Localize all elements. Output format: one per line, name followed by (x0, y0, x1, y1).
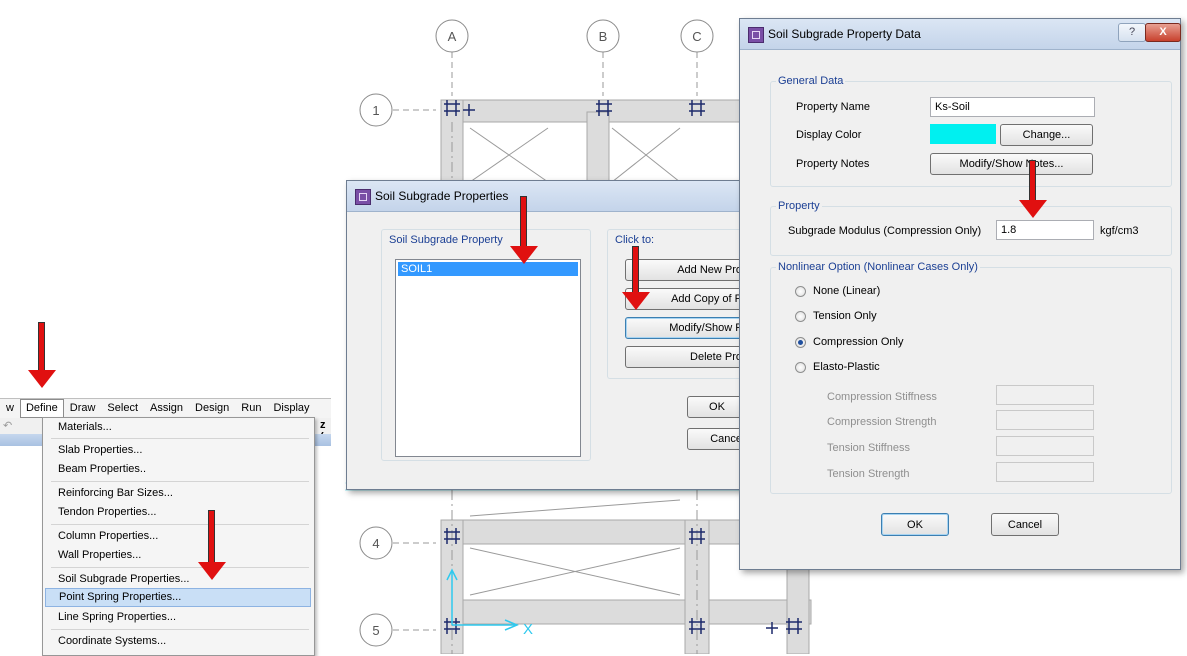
menu-item-tendon-properties[interactable]: Tendon Properties... (45, 503, 311, 522)
ok-button[interactable]: OK (687, 396, 747, 418)
option-elasto-plastic-label: Elasto-Plastic (813, 361, 880, 373)
menu-item-reinforcing-bar-sizes[interactable]: Reinforcing Bar Sizes... (45, 484, 311, 503)
grid-bubble-a: A (448, 29, 457, 44)
grid-bubble-b: B (599, 29, 608, 44)
cancel-button[interactable]: Cance (687, 428, 747, 450)
menu-define[interactable]: Define (19, 399, 64, 418)
soil-subgrade-properties-dialog: Soil Subgrade Properties Soil Subgrade P… (346, 180, 748, 490)
menu-view[interactable]: w (0, 400, 20, 417)
menu-select[interactable]: Select (101, 400, 144, 417)
menu-bar: w Define Draw Select Assign Design Run D… (0, 398, 331, 418)
compression-strength-input[interactable] (996, 410, 1094, 430)
radio-compression-only[interactable] (795, 337, 806, 348)
property-name-label: Property Name (796, 101, 870, 113)
subgrade-modulus-unit: kgf/cm3 (1100, 225, 1139, 237)
grid-bubble-c: C (692, 29, 701, 44)
property-listbox[interactable]: SOIL1 (395, 259, 581, 457)
nonlinear-option-title: Nonlinear Option (Nonlinear Cases Only) (776, 261, 980, 273)
annotation-arrow-define (28, 322, 56, 390)
list-item-soil1[interactable]: SOIL1 (398, 262, 578, 276)
dialog-title-bar: Soil Subgrade Property Data ? X (740, 19, 1181, 50)
tension-stiffness-label: Tension Stiffness (827, 442, 910, 454)
define-dropdown-menu: Materials... Slab Properties... Beam Pro… (42, 417, 315, 656)
compression-stiffness-input[interactable] (996, 385, 1094, 405)
annotation-arrow-soil-menu (198, 510, 226, 582)
dialog-title: Soil Subgrade Property Data (768, 27, 921, 41)
annotation-arrow-soil-list (510, 196, 538, 266)
general-data-title: General Data (776, 75, 846, 87)
menu-item-slab-properties[interactable]: Slab Properties... (45, 441, 311, 460)
cancel-button[interactable]: Cancel (991, 513, 1059, 536)
display-color-label: Display Color (796, 129, 862, 141)
menu-design[interactable]: Design (189, 400, 235, 417)
tension-strength-input[interactable] (996, 462, 1094, 482)
menu-item-soil-subgrade-properties[interactable]: Soil Subgrade Properties... (45, 570, 311, 589)
property-name-input[interactable] (930, 97, 1095, 117)
property-list-label: Soil Subgrade Property (387, 234, 505, 246)
toolbar-icon[interactable]: ↶ (3, 419, 12, 432)
menu-item-point-spring-properties[interactable]: Point Spring Properties... (45, 588, 311, 607)
compression-stiffness-label: Compression Stiffness (827, 391, 937, 403)
close-button[interactable]: X (1145, 23, 1181, 42)
subgrade-modulus-input[interactable] (996, 220, 1094, 240)
menu-item-line-spring-properties[interactable]: Line Spring Properties... (45, 608, 311, 627)
soil-subgrade-property-data-dialog: Soil Subgrade Property Data ? X General … (739, 18, 1181, 570)
menu-item-materials[interactable]: Materials... (45, 418, 311, 437)
menu-display[interactable]: Display (267, 400, 315, 417)
menu-assign[interactable]: Assign (144, 400, 189, 417)
click-to-label: Click to: (613, 234, 657, 246)
ok-button[interactable]: OK (881, 513, 949, 536)
menu-item-column-properties[interactable]: Column Properties... (45, 527, 311, 546)
modify-show-property-button[interactable]: Modify/Show F (625, 317, 747, 339)
display-color-swatch[interactable] (930, 124, 996, 144)
axis-x-label: X (523, 621, 533, 638)
option-none-linear-label: None (Linear) (813, 285, 881, 297)
radio-none-linear[interactable] (795, 286, 806, 297)
grid-bubble-5: 5 (372, 623, 379, 638)
compression-strength-label: Compression Strength (827, 416, 937, 428)
radio-tension-only[interactable] (795, 311, 806, 322)
grid-bubble-4: 4 (372, 536, 379, 551)
help-button[interactable]: ? (1118, 23, 1146, 42)
property-group-title: Property (776, 200, 822, 212)
option-compression-only-label: Compression Only (813, 336, 904, 348)
nonlinear-option-group (770, 267, 1172, 494)
grid-bubble-1: 1 (372, 103, 379, 118)
tension-strength-label: Tension Strength (827, 468, 910, 480)
annotation-arrow-modify-button (622, 246, 650, 312)
dialog-title: Soil Subgrade Properties (375, 189, 509, 203)
dialog-title-bar: Soil Subgrade Properties (347, 181, 747, 212)
tension-stiffness-input[interactable] (996, 436, 1094, 456)
change-color-button[interactable]: Change... (1000, 124, 1093, 146)
menu-run[interactable]: Run (235, 400, 267, 417)
menu-item-beam-properties[interactable]: Beam Properties.. (45, 460, 311, 479)
modify-show-notes-button[interactable]: Modify/Show Notes... (930, 153, 1093, 175)
app-icon (748, 27, 764, 43)
option-tension-only-label: Tension Only (813, 310, 877, 322)
delete-property-button[interactable]: Delete Pro (625, 346, 747, 368)
property-notes-label: Property Notes (796, 158, 870, 170)
app-icon (355, 189, 371, 205)
menu-item-wall-properties[interactable]: Wall Properties... (45, 546, 311, 565)
menu-draw[interactable]: Draw (64, 400, 102, 417)
annotation-arrow-subgrade-modulus (1019, 160, 1047, 220)
radio-elasto-plastic[interactable] (795, 362, 806, 373)
subgrade-modulus-label: Subgrade Modulus (Compression Only) (788, 225, 982, 237)
menu-item-coordinate-systems[interactable]: Coordinate Systems... (45, 632, 311, 651)
